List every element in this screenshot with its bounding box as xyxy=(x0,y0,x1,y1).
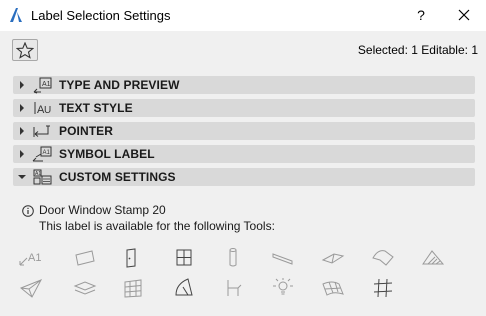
morph-tool-icon xyxy=(18,276,44,300)
help-button[interactable]: ? xyxy=(408,3,434,27)
custom-settings-content: Door Window Stamp 20 This label is avail… xyxy=(0,190,486,316)
panel-label: CUSTOM SETTINGS xyxy=(59,170,176,184)
close-icon xyxy=(458,9,470,21)
label-tool-icon: A1 xyxy=(18,246,44,270)
roof-tool-icon xyxy=(320,246,346,270)
type-preview-icon: A1 xyxy=(33,77,52,94)
star-icon xyxy=(16,42,34,59)
svg-text:A1: A1 xyxy=(42,81,51,88)
panel-pointer[interactable]: POINTER xyxy=(13,122,475,140)
skylight-tool-icon xyxy=(171,276,197,300)
panel-custom-settings[interactable]: A1 CUSTOM SETTINGS xyxy=(13,168,475,186)
availability-text: This label is available for the followin… xyxy=(39,219,275,233)
label-tool-text: A1 xyxy=(28,252,41,264)
object-tool-icon xyxy=(220,276,246,300)
pointer-icon xyxy=(33,125,50,137)
expand-arrow-icon xyxy=(20,150,24,158)
selection-info: Selected: 1 Editable: 1 xyxy=(357,43,478,57)
expand-arrow-icon xyxy=(20,104,24,112)
info-icon xyxy=(22,205,34,217)
panel-symbol-label[interactable]: A1 SYMBOL LABEL xyxy=(13,145,475,163)
favorites-button[interactable] xyxy=(12,39,38,61)
beam-tool-icon xyxy=(270,246,296,270)
svg-text:U: U xyxy=(44,105,51,116)
custom-settings-icon: A1 xyxy=(33,169,52,185)
window-tool-icon xyxy=(171,246,197,270)
panel-label: SYMBOL LABEL xyxy=(59,147,155,161)
expand-arrow-icon xyxy=(20,81,24,89)
close-button[interactable] xyxy=(450,3,478,27)
panel-label: TEXT STYLE xyxy=(59,101,133,115)
title-bar: Label Selection Settings ? xyxy=(0,0,486,31)
svg-text:A1: A1 xyxy=(43,150,51,156)
panel-label: POINTER xyxy=(59,124,114,138)
label-name: Door Window Stamp 20 xyxy=(39,203,166,217)
column-tool-icon xyxy=(220,246,246,270)
panel-label: TYPE AND PREVIEW xyxy=(59,78,180,92)
slab-tool-icon xyxy=(72,246,98,270)
grid-tool-icon xyxy=(370,276,396,300)
door-tool-icon xyxy=(118,246,144,270)
lamp-tool-icon xyxy=(270,276,296,300)
expand-arrow-icon xyxy=(20,127,24,135)
panel-type-and-preview[interactable]: A1 TYPE AND PREVIEW xyxy=(13,76,475,94)
window-title: Label Selection Settings xyxy=(31,8,171,23)
fill-tool-icon xyxy=(420,246,446,270)
curtain-wall-tool-icon xyxy=(120,276,146,300)
collapse-arrow-icon xyxy=(18,175,26,179)
zone-tool-icon xyxy=(72,276,98,300)
archicad-app-icon xyxy=(10,8,22,22)
shell-tool-icon xyxy=(370,246,396,270)
symbol-label-icon: A1 xyxy=(32,146,52,162)
svg-text:A1: A1 xyxy=(35,171,41,177)
panel-text-style[interactable]: A U TEXT STYLE xyxy=(13,99,475,117)
mesh-tool-icon xyxy=(320,276,346,300)
text-style-icon: A U xyxy=(34,102,51,116)
